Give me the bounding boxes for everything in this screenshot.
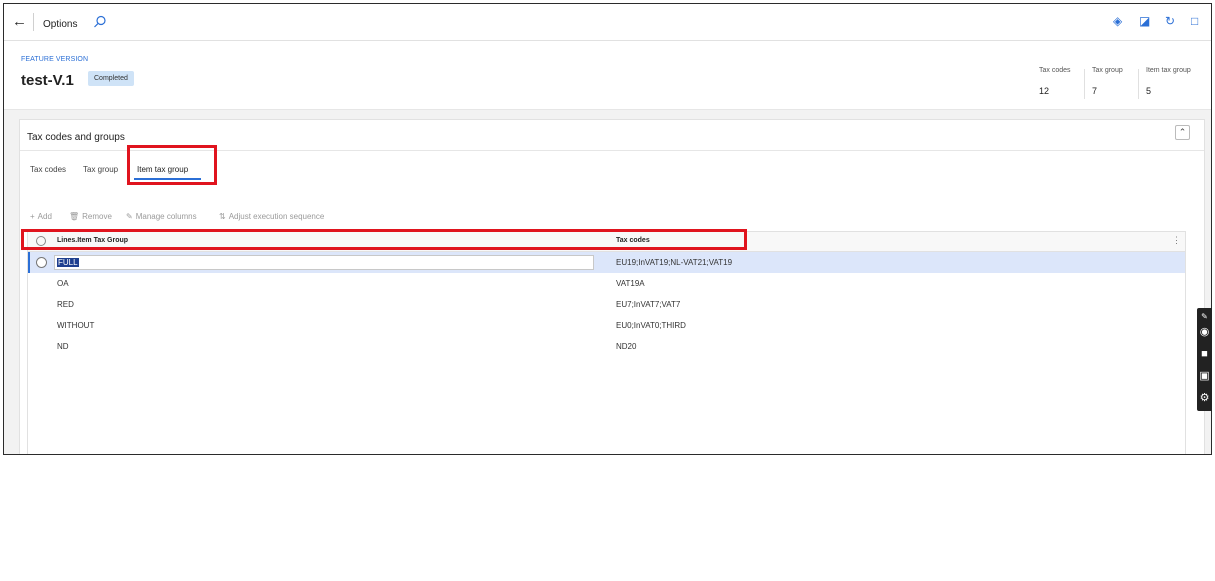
tax-codes-cell: EU0;InVAT0;THIRD (616, 321, 686, 330)
item-tax-group-cell: RED (57, 300, 74, 309)
tax-codes-cell: VAT19A (616, 279, 645, 288)
table-row[interactable]: RED EU7;InVAT7;VAT7 (28, 294, 1185, 315)
add-button[interactable]: + Add (30, 212, 52, 221)
trash-icon: 🗑 (69, 212, 80, 221)
item-tax-group-cell: WITHOUT (57, 321, 95, 330)
stat-tax-codes: Tax codes 12 (1039, 67, 1071, 96)
diamond-icon[interactable]: ◈ (1113, 15, 1125, 27)
add-label: Add (37, 212, 52, 221)
page-title-options: Options (43, 19, 78, 30)
page-header: FEATURE VERSION test-V.1 Completed Tax c… (4, 41, 1211, 110)
window-icon[interactable]: ▣ (1198, 370, 1211, 383)
sort-icon: ⇅ (219, 212, 226, 221)
remove-label: Remove (82, 212, 112, 221)
table-row[interactable]: OA VAT19A (28, 273, 1185, 294)
adjust-label: Adjust execution sequence (228, 212, 325, 221)
stat-value: 7 (1092, 86, 1098, 96)
tax-codes-cell: EU7;InVAT7;VAT7 (616, 300, 681, 309)
adjust-execution-sequence-button[interactable]: ⇅ Adjust execution sequence (219, 212, 324, 221)
top-bar-actions: ◈ ◪ ↻ □ (1113, 15, 1203, 27)
status-badge: Completed (88, 71, 134, 86)
item-tax-group-grid: Lines.Item Tax Group Tax codes ⋮ FULL EU… (27, 231, 1186, 454)
item-tax-group-cell: ND (57, 342, 69, 351)
camera-icon[interactable]: ◉ (1198, 326, 1211, 339)
item-tax-group-value: FULL (57, 258, 79, 267)
manage-columns-label: Manage columns (135, 212, 197, 221)
page-title: test-V.1 (21, 72, 74, 89)
table-row[interactable]: FULL EU19;InVAT19;NL-VAT21;VAT19 (28, 252, 1185, 273)
side-toolbar: ✎ ◉ ■ ▣ ⚙ (1197, 308, 1212, 411)
tab-tax-codes[interactable]: Tax codes (30, 165, 66, 174)
divider (33, 13, 34, 31)
highlight-grid-header (21, 229, 747, 250)
tab-tax-group[interactable]: Tax group (83, 165, 118, 174)
plus-icon: + (30, 212, 35, 221)
office-icon[interactable]: ◪ (1139, 15, 1151, 27)
more-options-icon[interactable]: ⋮ (1172, 235, 1181, 246)
highlight-item-tax-group-tab (127, 145, 217, 185)
feature-version-caption: FEATURE VERSION (21, 56, 89, 63)
back-arrow-icon[interactable]: ← (12, 14, 27, 29)
manage-columns-button[interactable]: ✎ Manage columns (126, 212, 197, 221)
tax-codes-cell: EU19;InVAT19;NL-VAT21;VAT19 (616, 258, 733, 267)
pencil-icon: ✎ (126, 212, 133, 221)
stat-tax-group: Tax group 7 (1092, 67, 1123, 96)
row-select-radio[interactable] (36, 257, 47, 268)
stat-label: Tax codes (1039, 67, 1071, 74)
top-bar: ← Options ◈ ◪ ↻ □ (4, 4, 1211, 41)
item-tax-group-input[interactable]: FULL (54, 255, 594, 270)
stat-label: Tax group (1092, 67, 1123, 74)
gear-icon[interactable]: ⚙ (1198, 392, 1211, 405)
stat-value: 12 (1039, 86, 1050, 96)
refresh-icon[interactable]: ↻ (1165, 15, 1177, 27)
chevron-up-icon[interactable]: ⌃ (1175, 125, 1190, 140)
selected-indicator (28, 252, 30, 273)
table-row[interactable]: WITHOUT EU0;InVAT0;THIRD (28, 315, 1185, 336)
stat-label: Item tax group (1146, 67, 1191, 74)
item-tax-group-cell: OA (57, 279, 69, 288)
card-title: Tax codes and groups (27, 132, 125, 143)
remove-button[interactable]: 🗑 Remove (69, 212, 112, 221)
stat-value: 5 (1146, 86, 1152, 96)
search-icon[interactable] (93, 15, 107, 29)
popout-icon[interactable]: □ (1191, 15, 1203, 27)
pin-icon[interactable]: ✎ (1198, 310, 1211, 323)
tax-codes-cell: ND20 (616, 342, 637, 351)
divider (1084, 69, 1085, 99)
video-icon[interactable]: ■ (1198, 348, 1211, 361)
app-window: ← Options ◈ ◪ ↻ □ FEATURE VERSION test-V… (3, 3, 1212, 455)
table-row[interactable]: ND ND20 (28, 336, 1185, 357)
stat-item-tax-group: Item tax group 5 (1146, 67, 1191, 96)
divider (1138, 69, 1139, 99)
